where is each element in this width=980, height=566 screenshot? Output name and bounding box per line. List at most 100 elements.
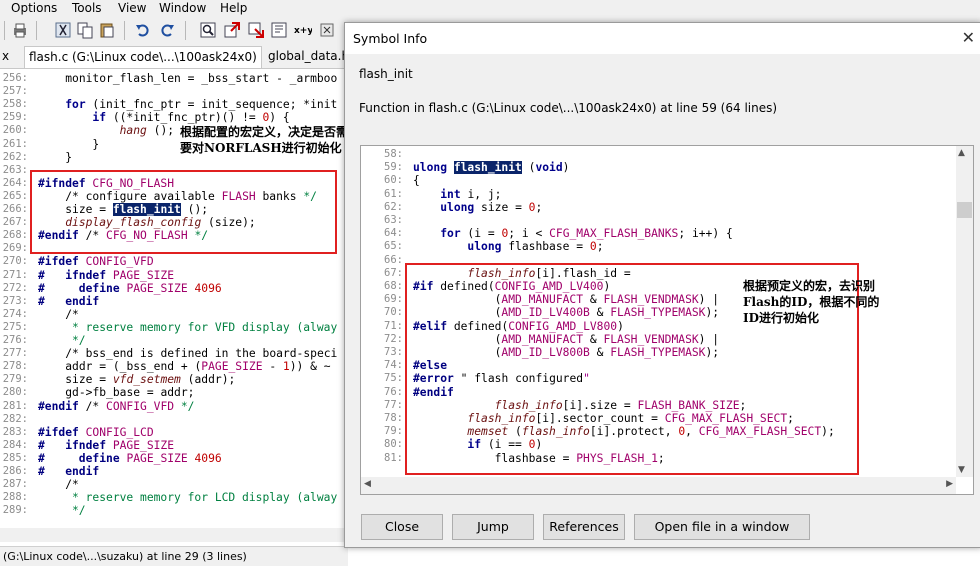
line-number: 272:: [2, 281, 28, 294]
line-number: 60:: [384, 174, 403, 187]
dialog-title-bar[interactable]: Symbol Info ✕: [345, 23, 980, 54]
menu-view[interactable]: View: [118, 1, 146, 15]
line-number: 289:: [2, 504, 28, 517]
scroll-up-icon[interactable]: ▲: [958, 148, 965, 158]
tab-previous-file[interactable]: x: [0, 46, 11, 67]
code-line[interactable]: * reserve memory for LCD display (alway: [38, 491, 337, 504]
code-line[interactable]: hang ();: [38, 124, 174, 137]
line-number: 276:: [2, 334, 28, 346]
code-line[interactable]: # define PAGE_SIZE 4096: [38, 452, 222, 465]
tab-flash-c[interactable]: flash.c (G:\Linux code\...\100ask24x0): [24, 46, 262, 68]
code-line[interactable]: for (i = 0; i < CFG_MAX_FLASH_BANKS; i++…: [413, 227, 733, 240]
jump-button-label: Jump: [477, 519, 509, 534]
code-line[interactable]: * reserve memory for VFD display (alway: [38, 321, 337, 334]
annotation-note-flash-id: 根据预定义的宏，去识别Flash的ID，根据不同的ID进行初始化: [743, 279, 880, 325]
code-line[interactable]: for (init_fnc_ptr = init_sequence; *init: [38, 98, 337, 111]
line-number: 73:: [384, 346, 403, 358]
code-line[interactable]: */: [38, 504, 86, 517]
undo-icon[interactable]: [134, 21, 152, 39]
menu-options[interactable]: Options: [11, 1, 57, 15]
line-number: 278:: [2, 360, 28, 373]
print-icon[interactable]: [11, 21, 29, 39]
code-line[interactable]: }: [38, 151, 72, 164]
code-line[interactable]: /* bss_end is defined in the board-speci: [38, 347, 337, 360]
line-number: 61:: [384, 187, 403, 200]
jump-forward-icon[interactable]: [247, 21, 265, 39]
code-line[interactable]: */: [38, 334, 86, 347]
line-number: 62:: [384, 200, 403, 213]
tab-global-data-h[interactable]: global_data.h: [264, 46, 353, 67]
code-line[interactable]: /*: [38, 478, 79, 491]
code-vertical-scrollbar[interactable]: ▲ ▼: [956, 146, 973, 477]
copy-icon[interactable]: [76, 21, 94, 39]
code-line[interactable]: #ifdef CONFIG_VFD: [38, 255, 154, 268]
code-horizontal-scrollbar[interactable]: ◀ ▶: [361, 477, 956, 494]
code-line[interactable]: ulong size = 0;: [413, 201, 542, 214]
line-number: 58:: [384, 148, 403, 160]
relation-icon[interactable]: [318, 21, 336, 39]
line-number: 264:: [2, 176, 28, 189]
code-line[interactable]: ulong flash_init (void): [413, 161, 569, 175]
code-line[interactable]: }: [38, 138, 99, 151]
line-number: 263:: [2, 163, 28, 176]
bookmark-icon[interactable]: [270, 21, 288, 39]
line-number: 78:: [384, 412, 403, 424]
code-line[interactable]: # define PAGE_SIZE 4096: [38, 282, 222, 295]
annotation-note-norflash: 根据配置的宏定义，决定是否需要对NORFLASH进行初始化: [180, 125, 349, 155]
line-number: 74:: [384, 359, 403, 372]
cut-icon[interactable]: [54, 21, 72, 39]
menu-help[interactable]: Help: [220, 1, 247, 15]
code-line[interactable]: /*: [38, 308, 79, 321]
code-line[interactable]: size = vfd_setmem (addr);: [38, 373, 235, 386]
scroll-down-icon[interactable]: ▼: [958, 465, 965, 475]
line-number: 287:: [2, 478, 28, 491]
editor-horizontal-scrollbar[interactable]: [0, 528, 345, 542]
code-line[interactable]: # ifndef PAGE_SIZE: [38, 269, 174, 282]
scroll-right-icon[interactable]: ▶: [946, 479, 953, 489]
line-number: 268:: [2, 229, 28, 242]
line-number: 286:: [2, 465, 28, 477]
menu-window[interactable]: Window: [159, 1, 206, 15]
code-line[interactable]: # endif: [38, 295, 99, 308]
code-line[interactable]: #ifdef CONFIG_LCD: [38, 426, 154, 439]
cross-reference-icon[interactable]: x+y: [294, 21, 312, 39]
code-line[interactable]: monitor_flash_len = _bss_start - _armboo: [38, 72, 337, 85]
line-number: 79:: [384, 425, 403, 438]
line-number: 68:: [384, 280, 403, 292]
line-number: 274:: [2, 307, 28, 320]
code-line[interactable]: {: [413, 174, 420, 187]
line-number: 258:: [2, 98, 28, 111]
code-line[interactable]: addr = (_bss_end + (PAGE_SIZE - 1)) & ~: [38, 360, 330, 373]
function-info: Function in flash.c (G:\Linux code\...\1…: [359, 101, 778, 115]
code-line[interactable]: if ((*init_fnc_ptr)() != 0) {: [38, 111, 289, 124]
scroll-thumb[interactable]: [957, 202, 972, 218]
paste-icon[interactable]: [98, 21, 116, 39]
line-number: 267:: [2, 216, 28, 229]
line-number: 64:: [384, 227, 403, 240]
scroll-left-icon[interactable]: ◀: [364, 479, 371, 489]
code-line[interactable]: # ifndef PAGE_SIZE: [38, 439, 174, 452]
code-line[interactable]: int i, j;: [413, 188, 501, 201]
open-file-button-label: Open file in a window: [654, 519, 790, 534]
close-button[interactable]: Close: [361, 514, 443, 540]
line-number: 265:: [2, 189, 28, 202]
menu-tools[interactable]: Tools: [72, 1, 102, 15]
line-number: 270:: [2, 255, 28, 268]
open-file-in-window-button[interactable]: Open file in a window: [634, 514, 810, 540]
status-bar: (G:\Linux code\...\suzaku) at line 29 (3…: [0, 546, 348, 566]
redo-icon[interactable]: [158, 21, 176, 39]
code-line[interactable]: #endif /* CONFIG_VFD */: [38, 400, 194, 413]
code-line[interactable]: # endif: [38, 465, 99, 478]
toolbar-separator: [185, 21, 186, 40]
references-button[interactable]: References: [543, 514, 625, 540]
jump-back-icon[interactable]: [223, 21, 241, 39]
find-icon[interactable]: [199, 21, 217, 39]
line-number: 260:: [2, 124, 28, 137]
code-line[interactable]: gd->fb_base = addr;: [38, 386, 194, 399]
jump-button[interactable]: Jump: [452, 514, 534, 540]
line-number: 288:: [2, 491, 28, 504]
line-number: 283:: [2, 425, 28, 438]
code-line[interactable]: ulong flashbase = 0;: [413, 240, 603, 253]
close-icon[interactable]: ✕: [962, 28, 975, 47]
tab-bar: x flash.c (G:\Linux code\...\100ask24x0)…: [0, 44, 350, 69]
